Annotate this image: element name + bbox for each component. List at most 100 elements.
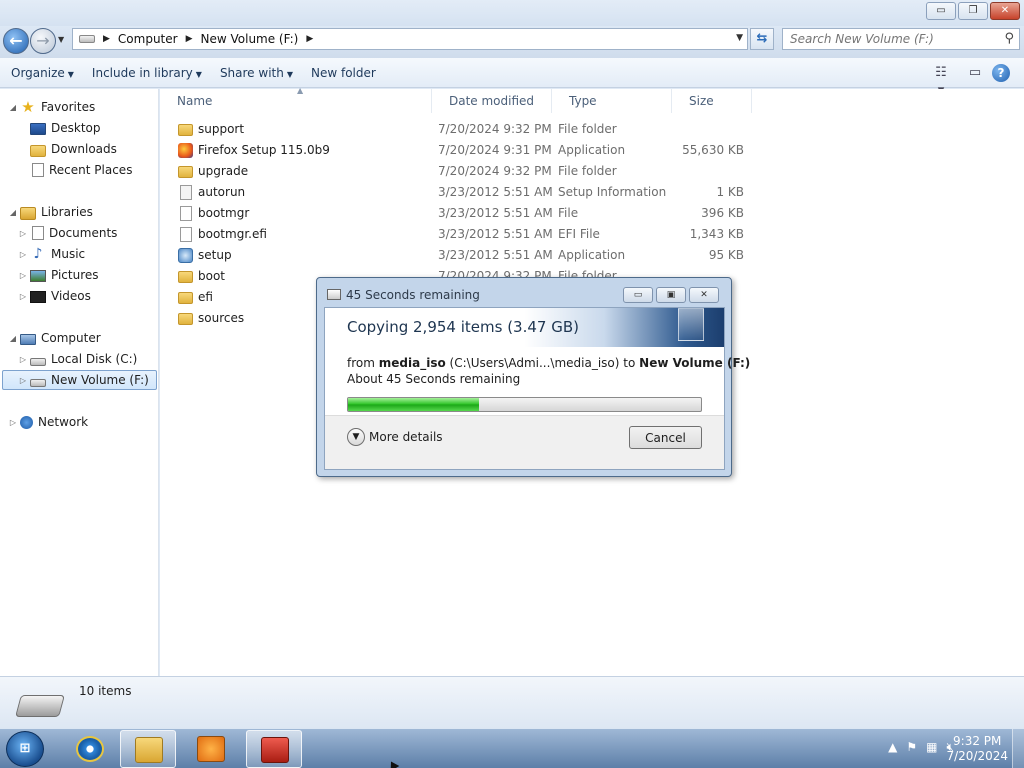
collapsed-arrow-icon[interactable]: ▷ <box>18 229 28 238</box>
dialog-body: Copying 2,954 items (3.47 GB) from media… <box>324 307 750 470</box>
refresh-button[interactable]: ⇆ <box>750 28 774 50</box>
table-row[interactable]: support 7/20/2024 9:32 PM File folder <box>160 119 760 140</box>
collapsed-arrow-icon[interactable]: ▷ <box>18 376 28 385</box>
table-row[interactable]: upgrade 7/20/2024 9:32 PM File folder <box>160 161 760 182</box>
column-header-type[interactable]: Type <box>552 89 672 113</box>
nav-pictures[interactable]: ▷ Pictures <box>18 265 99 285</box>
address-dropdown-icon[interactable]: ▼ <box>736 33 743 43</box>
nav-computer[interactable]: ◢ Computer <box>8 328 101 348</box>
taskbar-toolbox-app[interactable] <box>246 730 302 768</box>
nav-desktop[interactable]: Desktop <box>18 118 101 138</box>
destination-link[interactable]: New Volume (F:) <box>639 356 750 370</box>
nav-libraries[interactable]: ◢ Libraries <box>8 202 93 222</box>
system-clock[interactable]: 9:32 PM 7/20/2024 <box>946 734 1008 764</box>
organize-menu[interactable]: Organize ▼ <box>4 66 81 80</box>
expanded-arrow-icon[interactable]: ◢ <box>8 208 18 217</box>
nav-videos[interactable]: ▷ Videos <box>18 286 91 306</box>
collapsed-arrow-icon[interactable]: ▷ <box>18 292 28 301</box>
expanded-arrow-icon[interactable]: ◢ <box>8 334 18 343</box>
copy-icon <box>327 289 341 300</box>
action-center-flag-icon[interactable]: ⚑ <box>906 740 917 755</box>
file-name: boot <box>198 269 226 283</box>
folder-icon <box>178 124 193 136</box>
network-status-icon[interactable]: ▦ <box>926 740 937 755</box>
recent-pages-dropdown[interactable]: ▼ <box>58 35 64 44</box>
chevron-down-icon: ▼ <box>286 69 293 79</box>
file-icon <box>180 227 192 242</box>
taskbar-media-player[interactable] <box>183 730 239 768</box>
star-icon: ★ <box>21 98 35 116</box>
table-row[interactable]: autorun 3/23/2012 5:51 AM Setup Informat… <box>160 182 760 203</box>
search-icon[interactable]: ⚲ <box>1004 31 1014 46</box>
start-button[interactable]: ⊞ <box>6 731 44 767</box>
to-label: to <box>623 356 636 370</box>
show-hidden-icons-icon[interactable]: ▲ <box>888 740 897 755</box>
preview-pane-icon[interactable]: ▭ <box>964 64 986 82</box>
address-bar[interactable]: ▶ Computer ▶ New Volume (F:) ▶ ▼ <box>72 28 748 50</box>
notification-area: ▲ ⚑ ▦ 🔇︎ <box>888 740 954 755</box>
dialog-minimize-button[interactable]: ▭ <box>623 287 653 303</box>
nav-new-volume[interactable]: ▷ New Volume (F:) <box>2 370 157 390</box>
dialog-close-button[interactable]: ✕ <box>689 287 719 303</box>
file-date: 3/23/2012 5:51 AM <box>438 248 553 262</box>
forward-button[interactable]: → <box>30 28 56 54</box>
column-header-date[interactable]: Date modified <box>432 89 552 113</box>
breadcrumb-separator-icon[interactable]: ▶ <box>186 34 193 44</box>
nav-network[interactable]: ▷ Network <box>8 412 88 432</box>
internet-explorer-icon <box>76 736 104 762</box>
breadcrumb-computer[interactable]: Computer <box>118 32 178 46</box>
more-details-toggle[interactable]: ▼ More details <box>347 428 443 446</box>
taskbar-windows-explorer[interactable] <box>120 730 176 768</box>
file-name: setup <box>198 248 232 262</box>
firefox-icon <box>178 143 193 158</box>
file-date: 7/20/2024 9:32 PM <box>438 122 552 136</box>
file-type: Application <box>558 248 626 262</box>
nav-local-disk[interactable]: ▷ Local Disk (C:) <box>18 349 137 369</box>
expanded-arrow-icon[interactable]: ◢ <box>8 103 18 112</box>
file-date: 3/23/2012 5:51 AM <box>438 227 553 241</box>
share-with-menu[interactable]: Share with ▼ <box>213 66 300 80</box>
nav-music[interactable]: ▷ ♪ Music <box>18 244 85 264</box>
table-row[interactable]: Firefox Setup 115.0b9 7/20/2024 9:31 PM … <box>160 140 760 161</box>
copy-progress-dialog: 45 Seconds remaining ▭ ▣ ✕ Copying 2,954… <box>316 277 750 477</box>
include-in-library-menu[interactable]: Include in library ▼ <box>85 66 209 80</box>
sort-ascending-icon: ▲ <box>297 86 304 95</box>
nav-documents[interactable]: ▷ Documents <box>18 223 117 243</box>
maximize-button[interactable]: ❐ <box>958 2 988 20</box>
collapsed-arrow-icon[interactable]: ▷ <box>8 418 18 427</box>
close-button[interactable]: ✕ <box>990 2 1020 20</box>
table-row[interactable]: bootmgr.efi 3/23/2012 5:51 AM EFI File 1… <box>160 224 760 245</box>
show-desktop-button[interactable] <box>1012 729 1024 768</box>
breadcrumb-separator-icon[interactable]: ▶ <box>306 34 313 44</box>
dialog-maximize-button[interactable]: ▣ <box>656 287 686 303</box>
source-path: (C:\Users\Admi...\media_iso) <box>449 356 620 370</box>
nav-favorites[interactable]: ◢ ★ Favorites <box>8 97 95 117</box>
collapsed-arrow-icon[interactable]: ▷ <box>18 355 28 364</box>
dialog-titlebar[interactable]: 45 Seconds remaining ▭ ▣ ✕ <box>317 278 731 308</box>
help-icon[interactable]: ? <box>992 64 1010 82</box>
nav-recent-places[interactable]: Recent Places <box>18 160 132 180</box>
table-row[interactable]: setup 3/23/2012 5:51 AM Application 95 K… <box>160 245 760 266</box>
search-box[interactable]: ⚲ <box>782 28 1020 50</box>
column-header-size[interactable]: Size <box>672 89 752 113</box>
file-type: File folder <box>558 122 617 136</box>
search-input[interactable] <box>790 29 990 49</box>
nav-downloads[interactable]: Downloads <box>18 139 117 159</box>
breadcrumb-new-volume[interactable]: New Volume (F:) <box>201 32 299 46</box>
new-folder-button[interactable]: New folder <box>304 66 383 80</box>
back-button[interactable]: ← <box>3 28 29 54</box>
source-link[interactable]: media_iso <box>379 356 446 370</box>
column-header-name[interactable]: Name <box>160 89 432 113</box>
cancel-button[interactable]: Cancel <box>629 426 702 449</box>
collapsed-arrow-icon[interactable]: ▷ <box>18 271 28 280</box>
clock-time: 9:32 PM <box>953 734 1002 748</box>
taskbar-internet-explorer[interactable] <box>62 730 118 768</box>
drive-icon <box>79 35 95 43</box>
folder-icon <box>178 313 193 325</box>
change-view-icon[interactable]: ☷ ▾ <box>930 64 952 98</box>
file-type: File folder <box>558 164 617 178</box>
breadcrumb-separator-icon[interactable]: ▶ <box>103 34 110 44</box>
table-row[interactable]: bootmgr 3/23/2012 5:51 AM File 396 KB <box>160 203 760 224</box>
minimize-button[interactable]: ▭ <box>926 2 956 20</box>
collapsed-arrow-icon[interactable]: ▷ <box>18 250 28 259</box>
